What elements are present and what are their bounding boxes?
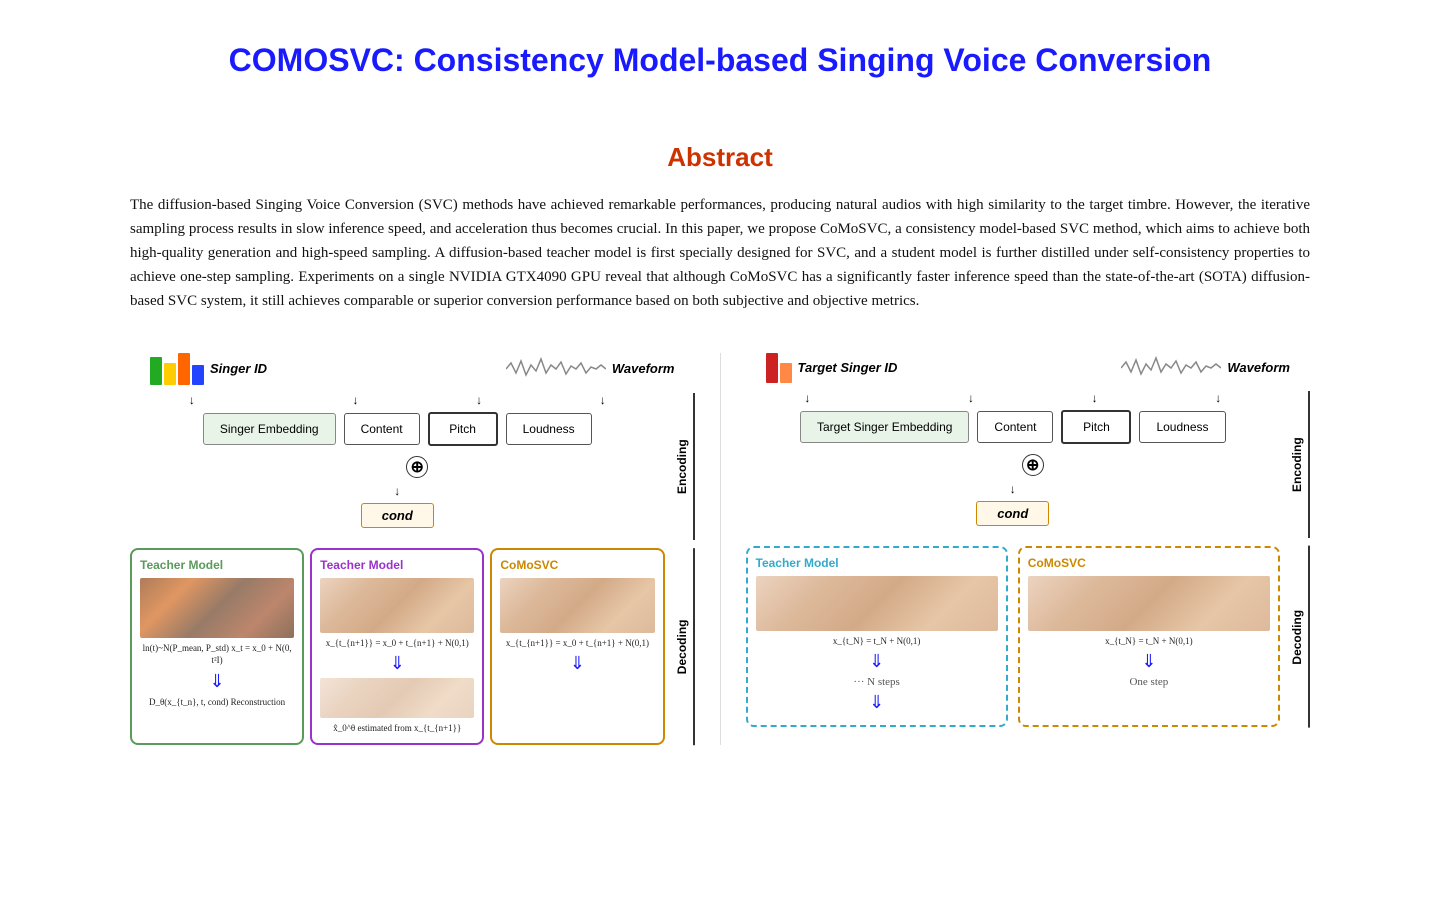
plus-circle-left: ⊕ bbox=[406, 456, 428, 478]
arrow-3: ⇓ bbox=[500, 653, 654, 674]
content-box-left: Content bbox=[344, 413, 420, 445]
plus-circle-right: ⊕ bbox=[1022, 454, 1044, 476]
loudness-box-left: Loudness bbox=[506, 413, 592, 445]
spectrogram-4 bbox=[500, 578, 654, 633]
teacher-block-1: Teacher Model ln(t)~N(P_mean, P_std) x_t… bbox=[130, 548, 304, 745]
left-diagram: Singer ID Waveform ↓ bbox=[130, 353, 710, 745]
content-box-right: Content bbox=[977, 411, 1053, 443]
eq2-text: x_{t_{n+1}} = x_0 + t_{n+1} + N(0,1) bbox=[320, 637, 474, 650]
reconstruction-text: D_θ(x_{t_n}, t, cond) Reconstruction bbox=[140, 696, 294, 709]
spectrogram-3 bbox=[320, 678, 474, 718]
pitch-box-left: Pitch bbox=[428, 412, 498, 446]
decoding-bracket-left: Decoding bbox=[671, 548, 695, 745]
arrow-right-2: ⇓ bbox=[756, 692, 998, 713]
center-divider bbox=[720, 353, 721, 745]
eq-comosvc-text: x_{t_N} = t_N + N(0,1) bbox=[1028, 635, 1270, 648]
spectrogram-1 bbox=[140, 578, 294, 638]
decoding-bracket-right: Decoding bbox=[1286, 546, 1310, 728]
one-step-text: One step bbox=[1028, 676, 1270, 688]
target-singer-id-label: Target Singer ID bbox=[798, 360, 898, 375]
spectrogram-right-2 bbox=[1028, 576, 1270, 631]
abstract-text: The diffusion-based Singing Voice Conver… bbox=[130, 193, 1310, 313]
eq3-text: x_{t_{n+1}} = x_0 + t_{n+1} + N(0,1) bbox=[500, 637, 654, 650]
arrow-2: ⇓ bbox=[320, 653, 474, 674]
waveform-label-left: Waveform bbox=[612, 361, 675, 376]
arrow-1: ⇓ bbox=[140, 671, 294, 692]
singer-id-label: Singer ID bbox=[210, 361, 267, 376]
diagram-area: Singer ID Waveform ↓ bbox=[130, 353, 1310, 745]
teacher-label-2: Teacher Model bbox=[320, 558, 474, 572]
target-singer-id-group: Target Singer ID bbox=[766, 353, 898, 383]
singer-embedding-box: Singer Embedding bbox=[203, 413, 336, 445]
spectrogram-2 bbox=[320, 578, 474, 633]
teacher-label-1: Teacher Model bbox=[140, 558, 294, 572]
eq1-text: ln(t)~N(P_mean, P_std) x_t = x_0 + N(0, … bbox=[140, 642, 294, 667]
comosvc-label-right: CoMoSVC bbox=[1028, 556, 1270, 570]
loudness-box-right: Loudness bbox=[1139, 411, 1225, 443]
target-singer-embedding-box: Target Singer Embedding bbox=[800, 411, 969, 443]
encoding-bracket-right: Encoding bbox=[1286, 391, 1310, 538]
teacher-block-right: Teacher Model x_{t_N} = t_N + N(0,1) ⇓ ·… bbox=[746, 546, 1008, 728]
eq-teacher-text: x_{t_N} = t_N + N(0,1) bbox=[756, 635, 998, 648]
n-steps-text: ··· N steps bbox=[756, 676, 998, 688]
comosvc-label-left: CoMoSVC bbox=[500, 558, 654, 572]
comosvc-block-right: CoMoSVC x_{t_N} = t_N + N(0,1) ⇓ One ste… bbox=[1018, 546, 1280, 728]
waveform-group-left: Waveform bbox=[506, 355, 675, 383]
waveform-svg-left bbox=[506, 355, 606, 383]
singer-id-group: Singer ID bbox=[150, 353, 267, 385]
waveform-label-right: Waveform bbox=[1227, 360, 1290, 375]
comosvc-block-left: CoMoSVC x_{t_{n+1}} = x_0 + t_{n+1} + N(… bbox=[490, 548, 664, 745]
estimated-text: x̂_0^θ estimated from x_{t_{n+1}} bbox=[320, 722, 474, 735]
target-color-bars bbox=[766, 353, 792, 383]
teacher-block-2: Teacher Model x_{t_{n+1}} = x_0 + t_{n+1… bbox=[310, 548, 484, 745]
page-title: COMOSVC: Consistency Model-based Singing… bbox=[130, 40, 1310, 82]
encoding-bracket-left: Encoding bbox=[671, 393, 695, 540]
arrow-right-1: ⇓ bbox=[756, 651, 998, 672]
right-diagram: Target Singer ID Waveform bbox=[731, 353, 1311, 745]
spectrogram-right-1 bbox=[756, 576, 998, 631]
arrow-right-3: ⇓ bbox=[1028, 651, 1270, 672]
cond-box-left: cond bbox=[361, 503, 434, 528]
waveform-group-right: Waveform bbox=[1121, 354, 1290, 382]
waveform-svg-right bbox=[1121, 354, 1221, 382]
color-bars bbox=[150, 353, 204, 385]
teacher-label-right: Teacher Model bbox=[756, 556, 998, 570]
cond-box-right: cond bbox=[976, 501, 1049, 526]
abstract-heading: Abstract bbox=[130, 142, 1310, 173]
abstract-section: Abstract The diffusion-based Singing Voi… bbox=[130, 142, 1310, 313]
pitch-box-right: Pitch bbox=[1061, 410, 1131, 444]
